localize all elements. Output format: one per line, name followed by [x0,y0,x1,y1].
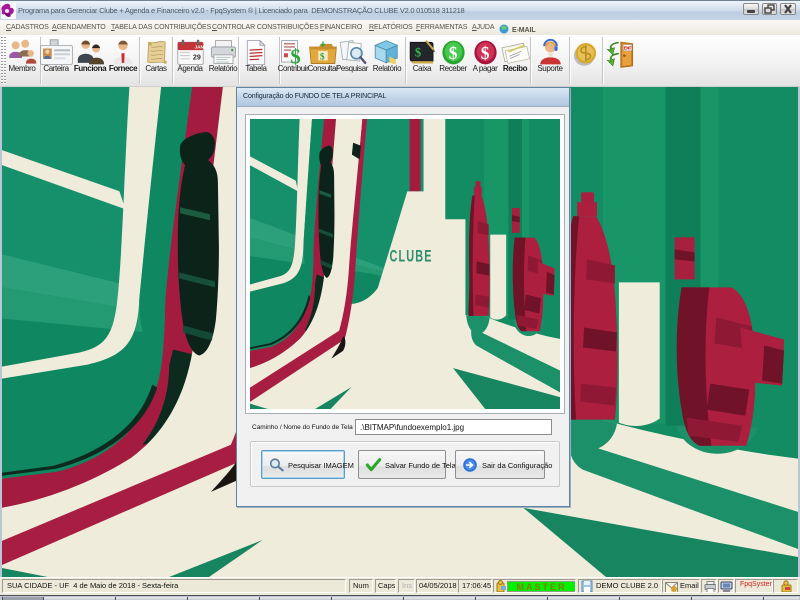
svg-text:$: $ [480,43,489,63]
svg-text:$: $ [320,52,325,63]
svg-text:$: $ [415,45,421,59]
svg-text:EXIT: EXIT [624,46,632,52]
svg-text:29: 29 [192,54,200,62]
svg-text:$: $ [448,43,457,63]
